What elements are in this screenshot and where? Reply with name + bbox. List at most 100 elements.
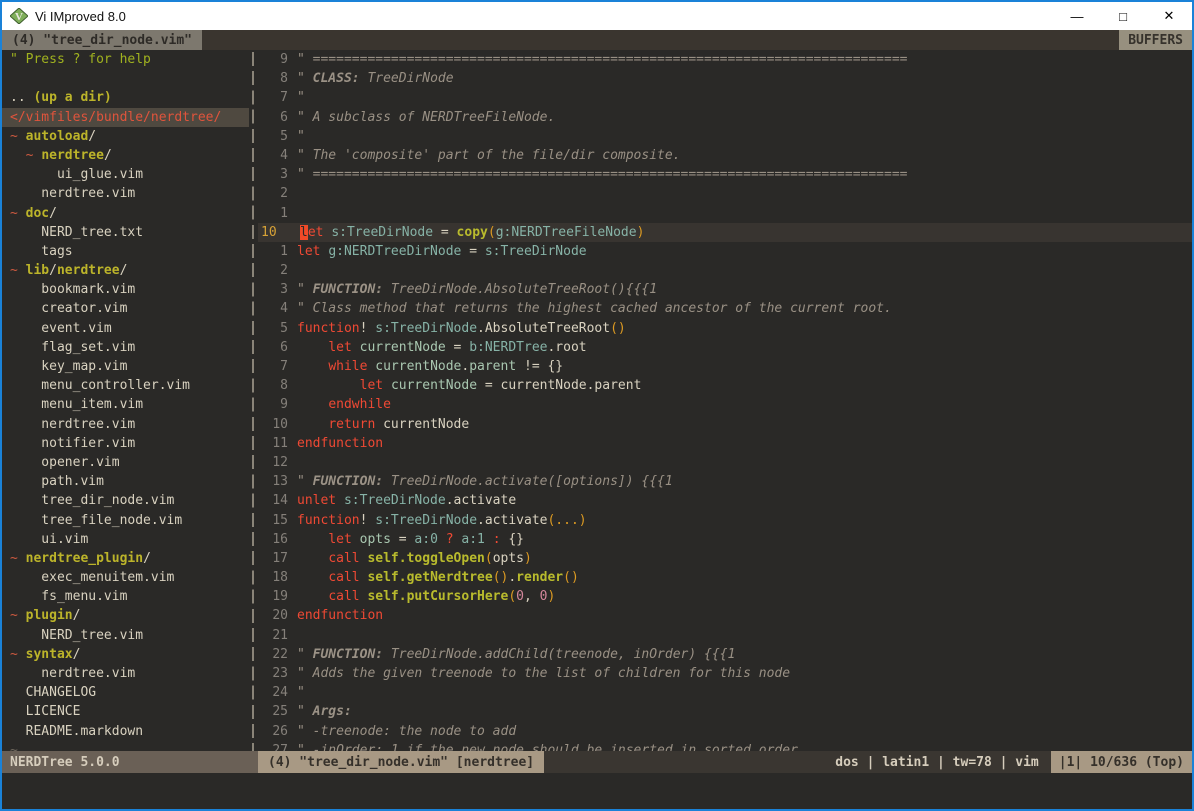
code-line[interactable]: 13" FUNCTION: TreeDirNode.activate([opti… bbox=[258, 472, 1192, 491]
tree-item[interactable]: NERD_tree.txt bbox=[2, 223, 249, 242]
code-line[interactable]: 6 let currentNode = b:NERDTree.root bbox=[258, 338, 1192, 357]
maximize-button[interactable]: □ bbox=[1100, 2, 1146, 30]
code-line[interactable]: 12 bbox=[258, 453, 1192, 472]
nerdtree-status: NERDTree 5.0.0 bbox=[2, 751, 258, 773]
code-line[interactable]: 24" bbox=[258, 683, 1192, 702]
code-line[interactable]: 3" =====================================… bbox=[258, 165, 1192, 184]
tree-item[interactable]: .. (up a dir) bbox=[2, 88, 249, 107]
code-line[interactable]: 8 let currentNode = currentNode.parent bbox=[258, 376, 1192, 395]
tree-item[interactable]: opener.vim bbox=[2, 453, 249, 472]
tree-item[interactable]: CHANGELOG bbox=[2, 683, 249, 702]
line-number: 22 bbox=[258, 645, 297, 664]
code-line[interactable]: 17 call self.toggleOpen(opts) bbox=[258, 549, 1192, 568]
code-line[interactable]: 23" Adds the given treenode to the list … bbox=[258, 664, 1192, 683]
tree-item[interactable]: ~ bbox=[2, 741, 249, 751]
tree-item[interactable]: nerdtree.vim bbox=[2, 415, 249, 434]
tree-item[interactable]: ui.vim bbox=[2, 530, 249, 549]
tree-item[interactable] bbox=[2, 69, 249, 88]
code-line[interactable]: 5" bbox=[258, 127, 1192, 146]
code-line[interactable]: 9 endwhile bbox=[258, 395, 1192, 414]
code-line[interactable]: 1let g:NERDTreeDirNode = s:TreeDirNode bbox=[258, 242, 1192, 261]
code-line[interactable]: 8" CLASS: TreeDirNode bbox=[258, 69, 1192, 88]
tree-item[interactable]: ~ syntax/ bbox=[2, 645, 249, 664]
code-line[interactable]: 6" A subclass of NERDTreeFileNode. bbox=[258, 108, 1192, 127]
tree-item[interactable]: menu_controller.vim bbox=[2, 376, 249, 395]
tree-item[interactable]: tree_dir_node.vim bbox=[2, 491, 249, 510]
tree-item[interactable]: key_map.vim bbox=[2, 357, 249, 376]
minimize-button[interactable]: — bbox=[1054, 2, 1100, 30]
line-number: 7 bbox=[258, 88, 297, 107]
tree-item[interactable]: README.markdown bbox=[2, 722, 249, 741]
code-line[interactable]: 26" -treenode: the node to add bbox=[258, 722, 1192, 741]
tree-item[interactable]: fs_menu.vim bbox=[2, 587, 249, 606]
line-number: 4 bbox=[258, 146, 297, 165]
tree-item[interactable]: ui_glue.vim bbox=[2, 165, 249, 184]
tree-item[interactable]: tree_file_node.vim bbox=[2, 511, 249, 530]
tree-item[interactable]: path.vim bbox=[2, 472, 249, 491]
tree-item[interactable]: ~ plugin/ bbox=[2, 606, 249, 625]
code-text: return currentNode bbox=[297, 415, 469, 434]
code-line[interactable]: 1 bbox=[258, 204, 1192, 223]
code-line[interactable]: 4" Class method that returns the highest… bbox=[258, 299, 1192, 318]
tree-item[interactable]: NERD_tree.vim bbox=[2, 626, 249, 645]
line-number: 2 bbox=[258, 184, 297, 203]
code-line[interactable]: 27" -inOrder: 1 if the new node should b… bbox=[258, 741, 1192, 751]
code-line[interactable]: 11endfunction bbox=[258, 434, 1192, 453]
tree-item[interactable]: ~ autoload/ bbox=[2, 127, 249, 146]
code-line[interactable]: 18 call self.getNerdtree().render() bbox=[258, 568, 1192, 587]
code-line[interactable]: 10 return currentNode bbox=[258, 415, 1192, 434]
code-line[interactable]: 22" FUNCTION: TreeDirNode.addChild(treen… bbox=[258, 645, 1192, 664]
tab-tree-dir-node[interactable]: (4) "tree_dir_node.vim" bbox=[2, 30, 202, 50]
command-line[interactable] bbox=[2, 773, 1192, 809]
line-number: 16 bbox=[258, 530, 297, 549]
code-text: " -inOrder: 1 if the new node should be … bbox=[297, 741, 798, 751]
code-line[interactable]: 9" =====================================… bbox=[258, 50, 1192, 69]
code-line[interactable]: 16 let opts = a:0 ? a:1 : {} bbox=[258, 530, 1192, 549]
tree-item[interactable]: bookmark.vim bbox=[2, 280, 249, 299]
line-number: 1 bbox=[258, 242, 297, 261]
tree-item[interactable]: exec_menuitem.vim bbox=[2, 568, 249, 587]
tree-item[interactable]: " Press ? for help bbox=[2, 50, 249, 69]
tree-item[interactable]: ~ lib/nerdtree/ bbox=[2, 261, 249, 280]
tree-item[interactable]: tags bbox=[2, 242, 249, 261]
code-line[interactable]: 3" FUNCTION: TreeDirNode.AbsoluteTreeRoo… bbox=[258, 280, 1192, 299]
tree-item[interactable]: ~ doc/ bbox=[2, 204, 249, 223]
code-text: endfunction bbox=[297, 434, 383, 453]
editor-panel[interactable]: 9 " =====================================… bbox=[258, 50, 1192, 751]
tree-item[interactable]: LICENCE bbox=[2, 702, 249, 721]
nerdtree-panel[interactable]: " Press ? for help .. (up a dir)</vimfile… bbox=[2, 50, 249, 751]
code-line[interactable]: 7 while currentNode.parent != {} bbox=[258, 357, 1192, 376]
code-line[interactable]: 7" bbox=[258, 88, 1192, 107]
close-button[interactable]: ✕ bbox=[1146, 2, 1192, 30]
tree-item[interactable]: ~ nerdtree/ bbox=[2, 146, 249, 165]
code-line-current[interactable]: 10let s:TreeDirNode = copy(g:NERDTreeFil… bbox=[258, 223, 1192, 242]
code-text: " ======================================… bbox=[297, 165, 907, 184]
code-text: let s:TreeDirNode = copy(g:NERDTreeFileN… bbox=[300, 223, 644, 242]
tree-item[interactable]: menu_item.vim bbox=[2, 395, 249, 414]
line-number: 9 bbox=[258, 395, 297, 414]
line-number: 14 bbox=[258, 491, 297, 510]
window-split-separator[interactable] bbox=[249, 50, 258, 751]
code-text: call self.putCursorHere(0, 0) bbox=[297, 587, 555, 606]
tree-item[interactable]: flag_set.vim bbox=[2, 338, 249, 357]
tree-item[interactable]: nerdtree.vim bbox=[2, 184, 249, 203]
tree-root-item[interactable]: </vimfiles/bundle/nerdtree/ bbox=[2, 108, 249, 127]
code-line[interactable]: 2 bbox=[258, 261, 1192, 280]
code-line[interactable]: 19 call self.putCursorHere(0, 0) bbox=[258, 587, 1192, 606]
code-text: " Adds the given treenode to the list of… bbox=[297, 664, 790, 683]
tree-item[interactable]: nerdtree.vim bbox=[2, 664, 249, 683]
code-line[interactable]: 14unlet s:TreeDirNode.activate bbox=[258, 491, 1192, 510]
code-line[interactable]: 2 bbox=[258, 184, 1192, 203]
code-text: " The 'composite' part of the file/dir c… bbox=[297, 146, 681, 165]
code-line[interactable]: 25" Args: bbox=[258, 702, 1192, 721]
code-line[interactable]: 21 bbox=[258, 626, 1192, 645]
tree-item[interactable]: event.vim bbox=[2, 319, 249, 338]
code-line[interactable]: 5function! s:TreeDirNode.AbsoluteTreeRoo… bbox=[258, 319, 1192, 338]
tree-item[interactable]: creator.vim bbox=[2, 299, 249, 318]
line-number: 5 bbox=[258, 319, 297, 338]
code-line[interactable]: 15function! s:TreeDirNode.activate(...) bbox=[258, 511, 1192, 530]
code-line[interactable]: 20endfunction bbox=[258, 606, 1192, 625]
code-line[interactable]: 4" The 'composite' part of the file/dir … bbox=[258, 146, 1192, 165]
tree-item[interactable]: ~ nerdtree_plugin/ bbox=[2, 549, 249, 568]
tree-item[interactable]: notifier.vim bbox=[2, 434, 249, 453]
